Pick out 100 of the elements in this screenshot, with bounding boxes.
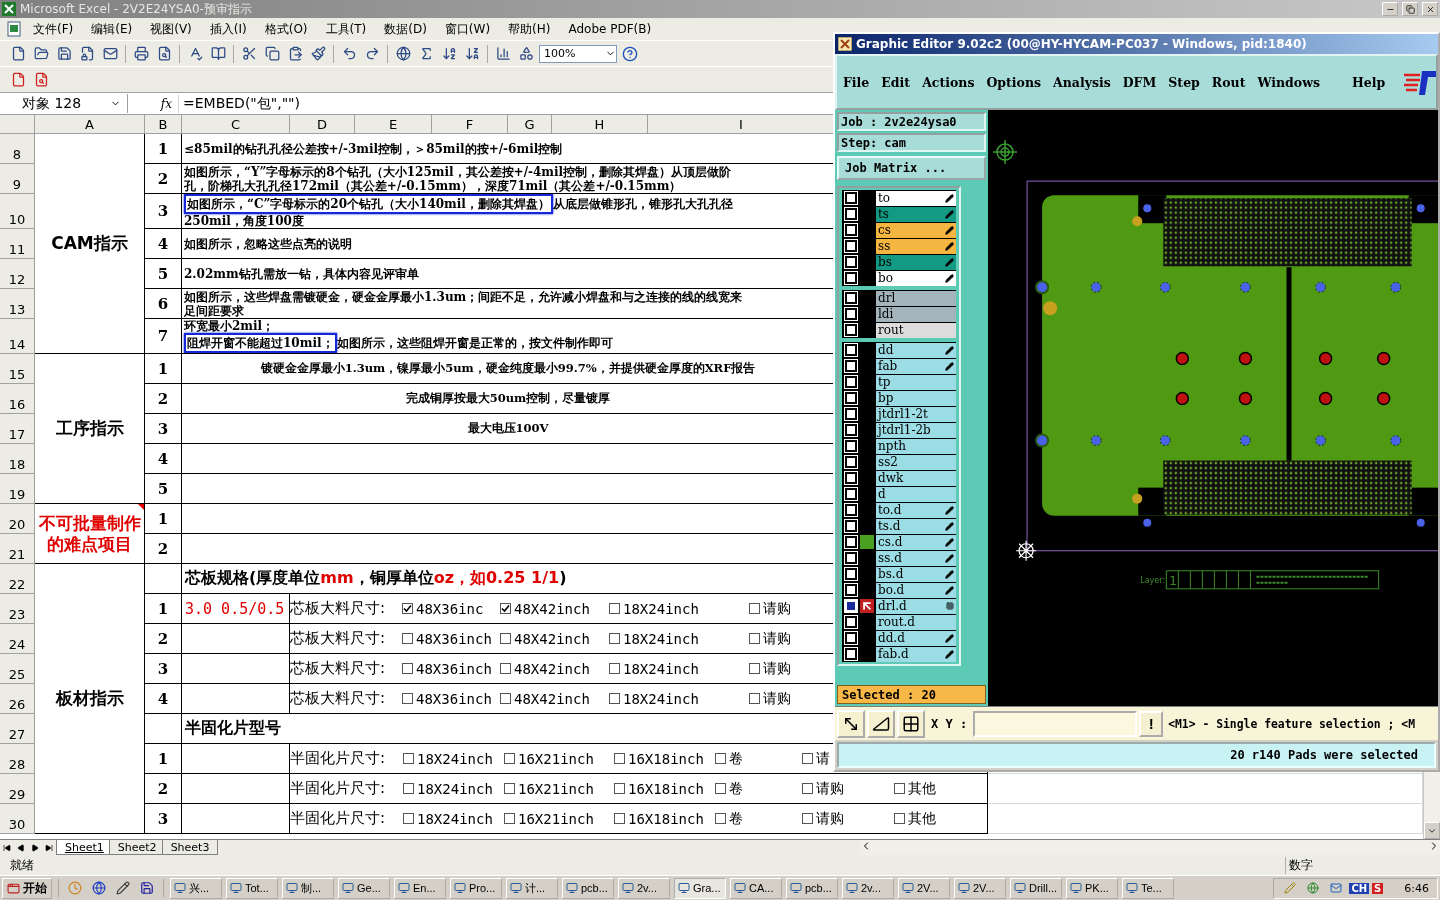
layer-name[interactable]: jtdrl1-2b	[876, 422, 956, 438]
checkbox[interactable]	[500, 633, 511, 644]
checkbox[interactable]	[402, 603, 413, 614]
column-header[interactable]: D	[290, 115, 355, 134]
checkbox[interactable]	[500, 693, 511, 704]
row-header[interactable]: 14	[0, 319, 35, 354]
row-header[interactable]: 21	[0, 534, 35, 564]
menu-item[interactable]: File	[837, 74, 876, 90]
menu-item[interactable]: Windows	[1251, 74, 1326, 90]
menu-item[interactable]: 编辑(E)	[84, 18, 140, 40]
layer-checkbox[interactable]	[845, 360, 857, 372]
layer-name[interactable]: dd	[876, 342, 956, 358]
layer-name[interactable]: dwk	[876, 470, 956, 486]
row-header[interactable]: 16	[0, 384, 35, 414]
layer-checkbox[interactable]	[845, 568, 857, 580]
layer-name[interactable]: npth	[876, 438, 956, 454]
layer-name[interactable]: bp	[876, 390, 956, 406]
layer-checkbox[interactable]	[845, 192, 857, 204]
column-header[interactable]: C	[182, 115, 290, 134]
layer-name[interactable]: to	[876, 190, 956, 206]
checkbox[interactable]	[894, 783, 905, 794]
layer-checkbox[interactable]	[845, 520, 857, 532]
checkbox[interactable]	[403, 783, 414, 794]
job-matrix-button[interactable]: Job Matrix ...	[837, 156, 986, 180]
sheet-tab[interactable]: Sheet3	[161, 840, 219, 855]
menu-item[interactable]: Actions	[916, 74, 981, 90]
layer-name[interactable]: rout.d	[876, 614, 956, 630]
layer-name[interactable]: to.d	[876, 502, 956, 518]
menu-item[interactable]: Options	[980, 74, 1048, 90]
checkbox[interactable]	[609, 693, 620, 704]
taskbar-button[interactable]: Tot...	[226, 877, 278, 899]
language-indicator[interactable]: CH	[1349, 882, 1370, 894]
minimize-button[interactable]	[1382, 2, 1398, 16]
layer-name[interactable]: drl.d	[876, 598, 956, 614]
menu-item[interactable]: Edit	[875, 74, 917, 90]
scroll-down-button[interactable]	[1424, 822, 1440, 839]
angle-button[interactable]	[867, 709, 895, 738]
taskbar-button[interactable]: 制...	[282, 877, 334, 899]
taskbar-button[interactable]: Drill...	[1010, 877, 1062, 899]
row-header[interactable]: 11	[0, 229, 35, 259]
menu-item[interactable]: Help	[1345, 74, 1392, 90]
formula-field[interactable]: =EMBED("包","")	[178, 94, 301, 113]
layer-checkbox[interactable]	[845, 208, 857, 220]
layer-checkbox[interactable]	[845, 424, 857, 436]
layer-checkbox[interactable]	[845, 536, 857, 548]
row-header[interactable]: 22	[0, 564, 35, 594]
layer-name[interactable]: ldi	[876, 306, 956, 322]
menu-item[interactable]: Rout	[1205, 74, 1252, 90]
layer-name[interactable]: ss.d	[876, 550, 956, 566]
layer-name[interactable]: ts	[876, 206, 956, 222]
menu-item[interactable]: 窗口(W)	[437, 18, 498, 40]
coordinate-field[interactable]	[973, 710, 1138, 737]
column-header[interactable]: A	[35, 115, 145, 134]
layer-name[interactable]: ts.d	[876, 518, 956, 534]
layer-checkbox[interactable]	[845, 272, 857, 284]
column-header[interactable]: E	[355, 115, 432, 134]
layer-checkbox[interactable]	[845, 344, 857, 356]
row-header[interactable]: 26	[0, 684, 35, 714]
row-header[interactable]: 20	[0, 504, 35, 534]
checkbox[interactable]	[500, 603, 511, 614]
row-header[interactable]: 15	[0, 354, 35, 384]
menu-item[interactable]: Step	[1162, 74, 1206, 90]
layer-checkbox[interactable]	[845, 240, 857, 252]
layer-checkbox[interactable]	[845, 224, 857, 236]
taskbar-button[interactable]: Ge...	[338, 877, 390, 899]
layer-checkbox[interactable]	[845, 324, 857, 336]
menu-item[interactable]: 数据(D)	[377, 18, 434, 40]
last-sheet-icon[interactable]	[42, 843, 56, 852]
column-header[interactable]: F	[432, 115, 508, 134]
layer-name[interactable]: bo.d	[876, 582, 956, 598]
grid-button[interactable]	[897, 709, 925, 738]
function-label[interactable]: fx	[128, 96, 178, 111]
menu-item[interactable]: 帮助(H)	[501, 18, 558, 40]
checkbox[interactable]	[894, 813, 905, 824]
layer-name[interactable]: bs	[876, 254, 956, 270]
taskbar-button[interactable]: 2V...	[898, 877, 950, 899]
menu-item[interactable]: Analysis	[1047, 74, 1117, 90]
horizontal-scrollbar[interactable]	[860, 840, 1440, 855]
layer-checkbox[interactable]	[845, 488, 857, 500]
layer-checkbox[interactable]	[845, 472, 857, 484]
checkbox[interactable]	[715, 783, 726, 794]
taskbar-button[interactable]: 2v...	[842, 877, 894, 899]
row-header[interactable]: 13	[0, 289, 35, 319]
layer-name[interactable]: ss2	[876, 454, 956, 470]
row-header[interactable]: 27	[0, 714, 35, 744]
menu-item[interactable]: 插入(I)	[202, 18, 254, 40]
checkbox[interactable]	[402, 693, 413, 704]
taskbar-button[interactable]: Pro...	[450, 877, 502, 899]
alert-button[interactable]: !	[1139, 710, 1164, 737]
layer-name[interactable]: d	[876, 486, 956, 502]
taskbar-button[interactable]: pcb...	[786, 877, 838, 899]
taskbar-button[interactable]: Te...	[1122, 877, 1174, 899]
layer-checkbox[interactable]	[845, 308, 857, 320]
row-header[interactable]: 28	[0, 744, 35, 774]
layer-checkbox[interactable]	[845, 584, 857, 596]
checkbox[interactable]	[614, 753, 625, 764]
checkbox[interactable]	[749, 603, 760, 614]
close-button[interactable]	[1422, 2, 1438, 16]
layer-checkbox[interactable]	[845, 648, 857, 660]
row-header[interactable]: 18	[0, 444, 35, 474]
